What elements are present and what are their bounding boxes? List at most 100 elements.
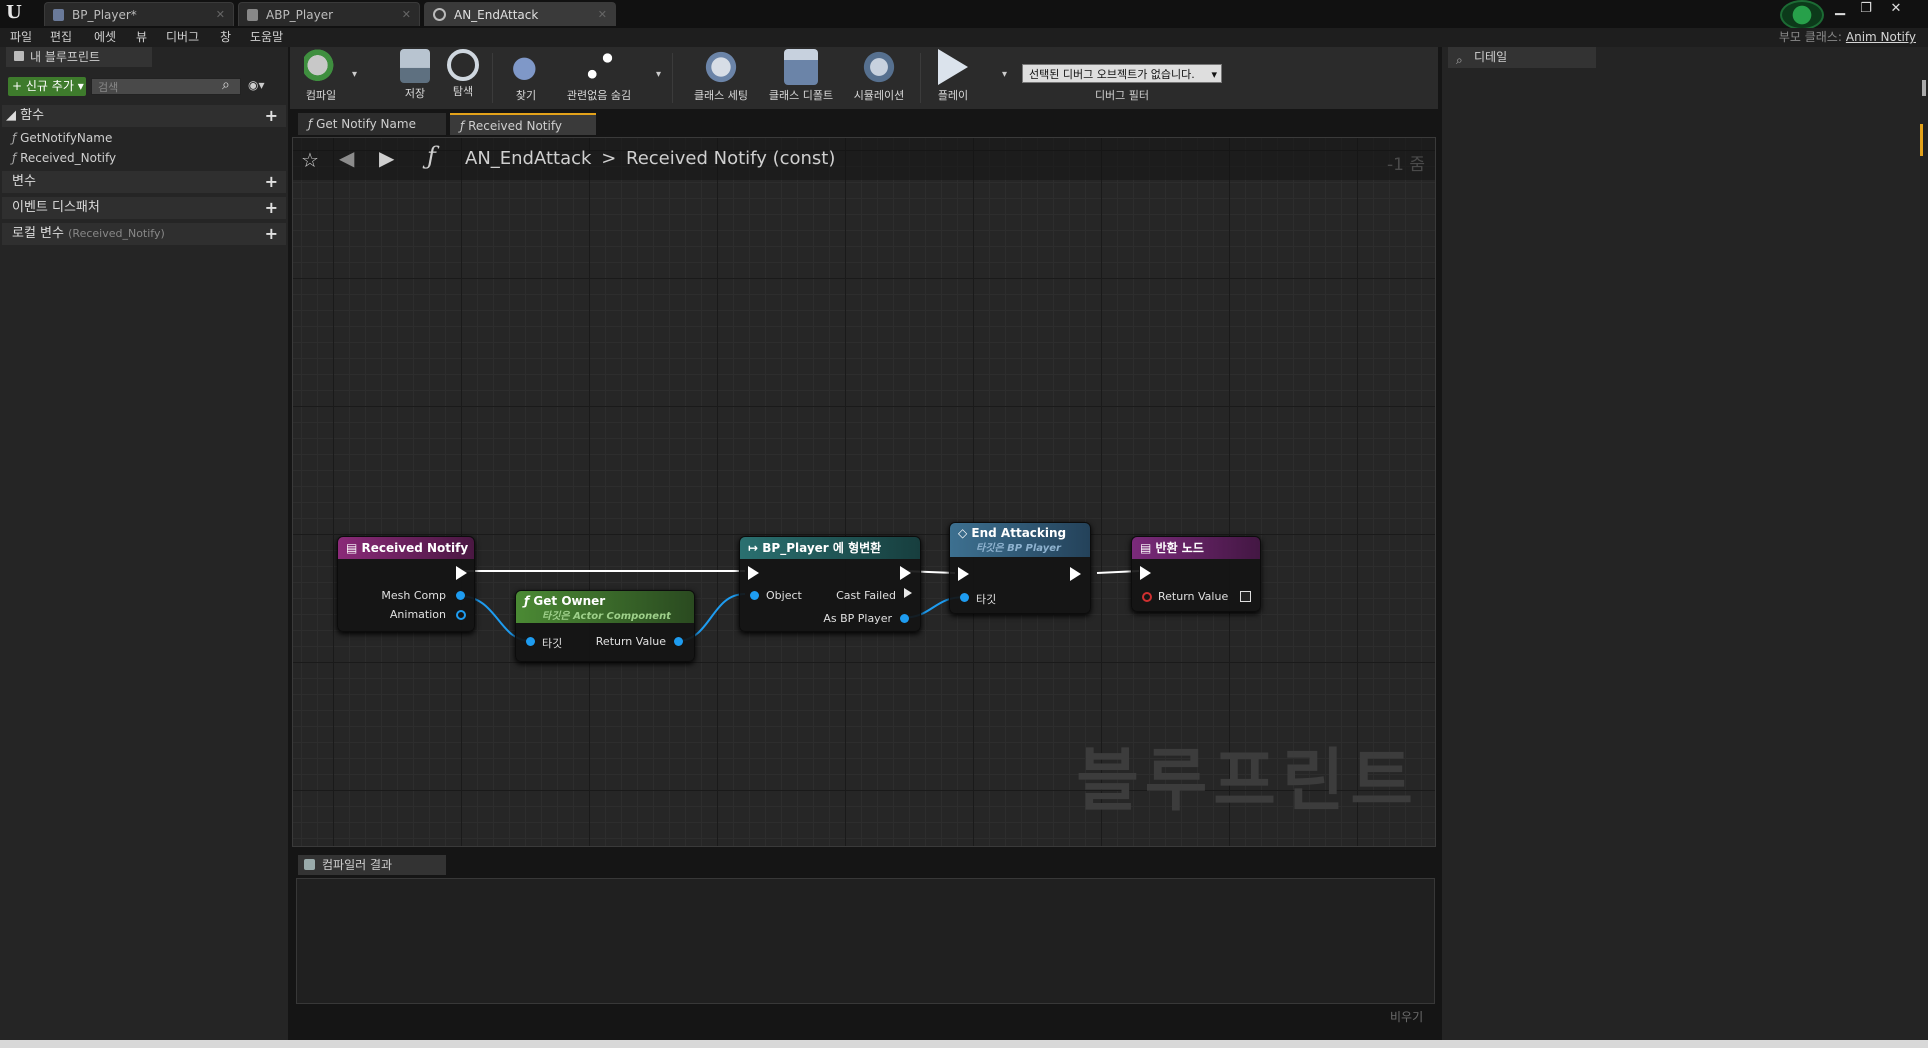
parent-class-link[interactable]: Anim Notify — [1846, 30, 1916, 44]
tab-bp-player[interactable]: BP_Player* ✕ — [44, 2, 234, 26]
node-cast-to-bp-player[interactable]: ↦ BP_Player 에 형변환 Object Cast Failed As … — [739, 536, 921, 632]
hide-unrelated-button[interactable]: 관련없음 숨김 — [560, 49, 638, 107]
target-pin[interactable] — [526, 637, 535, 646]
clear-button[interactable]: 비우기 — [1390, 1008, 1423, 1025]
object-pin[interactable] — [750, 591, 759, 600]
save-button[interactable]: 저장 — [394, 49, 436, 107]
exec-in-pin[interactable] — [1140, 566, 1151, 580]
node-received-notify[interactable]: ▤ Received Notify Mesh Comp Animation — [337, 536, 475, 632]
target-pin[interactable] — [960, 593, 969, 602]
node-return[interactable]: ▤ 반환 노드 Return Value — [1131, 536, 1261, 612]
menu-file[interactable]: 파일 — [10, 28, 32, 47]
tab-get-notify-name[interactable]: ƒ Get Notify Name — [298, 113, 446, 135]
cast-failed-pin[interactable] — [904, 588, 912, 598]
return-value-pin[interactable] — [674, 637, 683, 646]
add-dispatcher-button[interactable]: + — [265, 197, 278, 219]
tab-compiler-results[interactable]: 컴파일러 결과 — [298, 855, 446, 875]
compile-options-chevron-icon[interactable]: ▾ — [352, 69, 357, 80]
play-icon — [938, 49, 968, 85]
pin-label-animation: Animation — [389, 608, 446, 621]
close-icon[interactable]: ✕ — [402, 8, 411, 21]
cast-arrow-icon: ↦ — [748, 541, 759, 555]
menu-asset[interactable]: 에셋 — [94, 28, 116, 47]
simulation-icon — [862, 49, 896, 85]
node-end-attacking[interactable]: ◇ End Attacking 타깃은 BP Player 타깃 — [949, 522, 1091, 614]
anim-blueprint-icon — [247, 8, 258, 21]
class-settings-button[interactable]: 클래스 세팅 — [686, 49, 756, 107]
function-icon: ƒ — [460, 119, 465, 133]
source-control-icon[interactable] — [1780, 0, 1824, 30]
exec-in-pin[interactable] — [748, 566, 759, 580]
parent-class-label: 부모 클래스: — [1778, 30, 1842, 44]
node-header: ↦ BP_Player 에 형변환 — [740, 537, 920, 559]
menu-help[interactable]: 도움말 — [250, 28, 283, 47]
scrollbar-handle[interactable] — [1922, 80, 1926, 96]
menu-view[interactable]: 뷰 — [136, 28, 147, 47]
minimize-button[interactable]: ▁ — [1826, 0, 1854, 20]
node-subtitle: 타깃은 BP Player — [976, 543, 1061, 554]
chevron-down-icon: ▾ — [77, 79, 84, 93]
toolbar-separator — [920, 53, 921, 103]
return-node-icon: ▤ — [1140, 541, 1152, 555]
exec-out-pin[interactable] — [1070, 567, 1081, 581]
view-options-eye-icon[interactable]: ◉▾ — [248, 78, 265, 92]
close-window-button[interactable]: ✕ — [1882, 0, 1910, 20]
pin-label-return-value: Return Value — [595, 635, 666, 648]
category-functions[interactable]: ◢ 함수 + — [2, 105, 286, 127]
as-bp-player-pin[interactable] — [900, 614, 909, 623]
unreal-logo-icon[interactable]: U — [6, 2, 28, 24]
exec-out-pin[interactable] — [900, 566, 911, 580]
simulation-button[interactable]: 시뮬레이션 — [846, 49, 912, 107]
search-input[interactable]: 검색 — [91, 78, 241, 95]
node-get-owner[interactable]: ƒ Get Owner 타깃은 Actor Component 타깃 Retur… — [515, 590, 695, 662]
pin-label-cast-failed: Cast Failed — [836, 589, 896, 602]
close-icon[interactable]: ✕ — [216, 8, 225, 21]
tab-abp-player[interactable]: ABP_Player ✕ — [238, 2, 420, 26]
function-entry-icon: ▤ — [346, 541, 358, 555]
browse-button[interactable]: 탐색 — [440, 49, 486, 107]
node-header: ƒ Get Owner 타깃은 Actor Component — [516, 591, 694, 623]
return-value-pin[interactable] — [1142, 592, 1152, 602]
menu-window[interactable]: 창 — [220, 28, 231, 47]
mesh-comp-pin[interactable] — [456, 591, 465, 600]
chevron-down-icon: ▾ — [1211, 68, 1217, 81]
tab-my-blueprint[interactable]: 내 블루프린트 — [6, 47, 152, 67]
hide-unrelated-icon — [582, 49, 616, 85]
category-event-dispatchers[interactable]: 이벤트 디스패처 + — [2, 197, 286, 219]
close-icon[interactable]: ✕ — [598, 8, 607, 21]
restore-button[interactable]: ❐ — [1852, 0, 1880, 20]
add-new-button[interactable]: + 신규 추가 ▾ — [8, 77, 86, 96]
graph-canvas[interactable]: ☆ ◀ ▶ ƒ AN_EndAttack > Received Notify (… — [292, 137, 1436, 847]
function-item-received-notify[interactable]: ƒ Received_Notify — [12, 149, 116, 167]
return-value-checkbox[interactable] — [1240, 591, 1251, 602]
pin-label-return-value: Return Value — [1158, 590, 1229, 603]
animation-pin[interactable] — [456, 610, 466, 620]
tab-details[interactable]: ⌕ 디테일 — [1448, 47, 1596, 68]
exec-in-pin[interactable] — [958, 567, 969, 581]
compiler-results-icon — [304, 859, 315, 870]
function-call-icon: ◇ — [958, 526, 968, 540]
search-icon[interactable]: ⌕ — [222, 77, 230, 93]
add-variable-button[interactable]: + — [265, 171, 278, 193]
exec-out-pin[interactable] — [456, 566, 467, 580]
toolbar-separator — [672, 53, 673, 103]
find-button[interactable]: 찾기 — [502, 49, 550, 107]
compile-button[interactable]: 컴파일 — [294, 49, 348, 107]
debug-filter-label: 디버그 필터 — [1094, 89, 1150, 102]
hide-unrelated-chevron-icon[interactable]: ▾ — [656, 69, 661, 80]
toolbar-separator — [492, 53, 493, 103]
category-local-variables[interactable]: 로컬 변수 (Received_Notify) + — [2, 223, 286, 245]
compiler-results-panel — [296, 878, 1435, 1004]
add-function-button[interactable]: + — [265, 105, 278, 127]
menu-edit[interactable]: 편집 — [50, 28, 72, 47]
tab-received-notify[interactable]: ƒ Received Notify — [450, 113, 596, 135]
tab-an-endattack[interactable]: AN_EndAttack ✕ — [424, 2, 616, 26]
add-local-variable-button[interactable]: + — [265, 223, 278, 245]
menu-debug[interactable]: 디버그 — [166, 28, 199, 47]
class-defaults-button[interactable]: 클래스 디폴트 — [764, 49, 838, 107]
category-variables[interactable]: 변수 + — [2, 171, 286, 193]
play-options-chevron-icon[interactable]: ▾ — [1002, 69, 1007, 80]
debug-object-select[interactable]: 선택된 디버그 오브젝트가 없습니다. ▾ — [1022, 64, 1222, 83]
play-button[interactable]: 플레이 — [930, 49, 976, 107]
function-item-getnotifyname[interactable]: ƒ GetNotifyName — [12, 129, 112, 147]
